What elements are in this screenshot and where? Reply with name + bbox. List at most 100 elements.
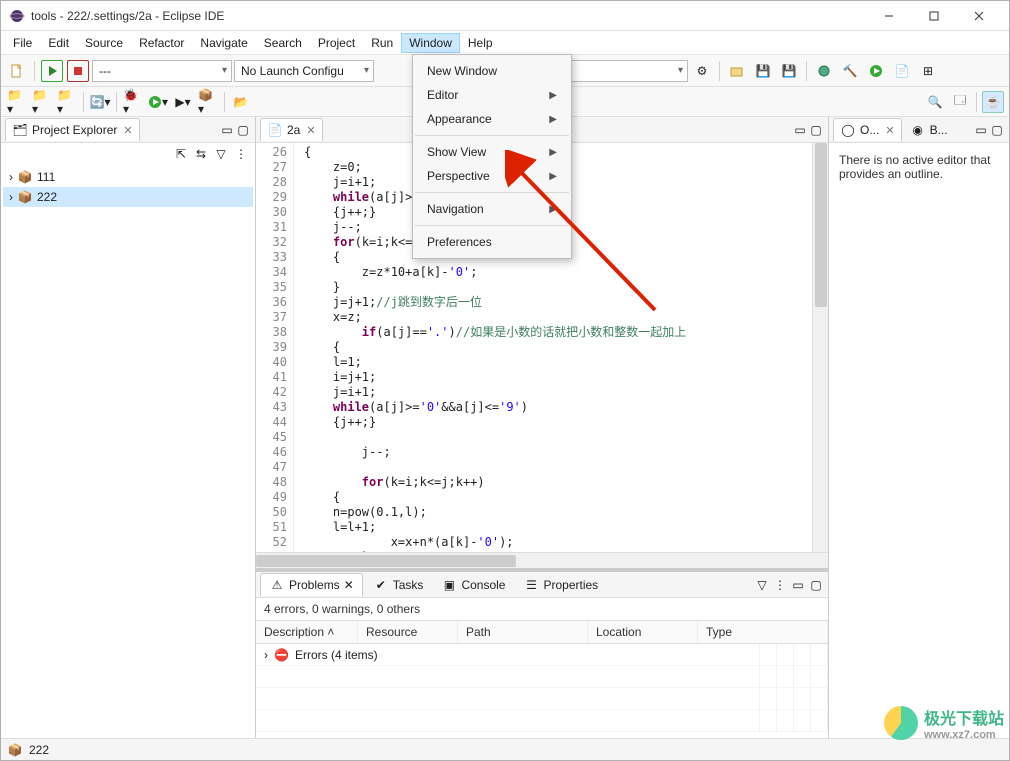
- close-icon[interactable]: ✕: [344, 578, 354, 592]
- tab-problems[interactable]: ⚠Problems ✕: [260, 573, 363, 596]
- debug-toolbar-icon[interactable]: [813, 60, 835, 82]
- line-number-gutter: 26 27 28 29 30 31 32 33 34 35 36 37 38 3…: [256, 143, 294, 552]
- menubar: FileEditSourceRefactorNavigateSearchProj…: [1, 31, 1009, 55]
- maximize-view-icon[interactable]: ▢: [235, 122, 251, 138]
- close-button[interactable]: [956, 1, 1001, 30]
- gear-icon[interactable]: ⚙: [691, 60, 713, 82]
- menu-item-appearance[interactable]: Appearance▶: [413, 107, 571, 131]
- menu-item-perspective[interactable]: Perspective▶: [413, 164, 571, 188]
- menu-item-show view[interactable]: Show View▶: [413, 140, 571, 164]
- table-row[interactable]: ›⛔Errors (4 items): [256, 644, 828, 666]
- watermark-line2: www.xz7.com: [924, 729, 1004, 741]
- java-perspective-icon[interactable]: ☕: [982, 91, 1004, 113]
- tb-open[interactable]: 📂: [230, 91, 252, 113]
- column-resource[interactable]: Resource: [358, 621, 458, 643]
- menu-window[interactable]: Window: [401, 33, 460, 53]
- chevron-right-icon: ▶: [549, 171, 557, 182]
- menu-refactor[interactable]: Refactor: [131, 33, 192, 53]
- outline-message: There is no active editor that provides …: [829, 143, 1009, 738]
- outline-view: ◯ O... ✕ ◉ B... ▭ ▢ There is no active e…: [829, 117, 1009, 738]
- watermark-line1: 极光下载站: [924, 705, 1004, 729]
- filter-icon[interactable]: ▽: [754, 577, 770, 593]
- menu-source[interactable]: Source: [77, 33, 131, 53]
- menu-file[interactable]: File: [5, 33, 40, 53]
- search-icon[interactable]: 🔍: [924, 91, 946, 113]
- maximize-view-icon[interactable]: ▢: [989, 122, 1005, 138]
- menu-navigate[interactable]: Navigate: [192, 33, 255, 53]
- horizontal-scrollbar[interactable]: [256, 552, 828, 568]
- launch-combo-1[interactable]: ---: [92, 60, 232, 82]
- menu-help[interactable]: Help: [460, 33, 501, 53]
- run2-icon[interactable]: [865, 60, 887, 82]
- tb-folder3[interactable]: 📁▾: [56, 91, 78, 113]
- editor-tab[interactable]: 📄 2a ✕: [260, 118, 323, 141]
- menu-item-preferences[interactable]: Preferences: [413, 230, 571, 254]
- tb-run[interactable]: ▾: [147, 91, 169, 113]
- file-icon: 📄: [267, 122, 283, 138]
- menu-item-navigation[interactable]: Navigation▶: [413, 197, 571, 221]
- tb-folder1[interactable]: 📁▾: [6, 91, 28, 113]
- tab-properties[interactable]: ☰Properties: [515, 574, 606, 596]
- tb-coverage[interactable]: ▶▾: [172, 91, 194, 113]
- chevron-right-icon: ▶: [549, 114, 557, 125]
- column-description[interactable]: Description ˄: [256, 621, 358, 643]
- breakpoints-tab-label: B...: [930, 123, 948, 137]
- page-icon[interactable]: 📄: [891, 60, 913, 82]
- new-icon[interactable]: [6, 60, 28, 82]
- close-icon[interactable]: ✕: [306, 124, 315, 137]
- link-icon[interactable]: ⇆: [193, 146, 209, 162]
- tb-profile[interactable]: 📦▾: [197, 91, 219, 113]
- column-type[interactable]: Type: [698, 621, 828, 643]
- status-item: 222: [29, 743, 49, 757]
- outline-icon: ◯: [840, 122, 856, 138]
- tb-refresh[interactable]: 🔄▾: [89, 91, 111, 113]
- tb-folder2[interactable]: 📁▾: [31, 91, 53, 113]
- minimize-view-icon[interactable]: ▭: [790, 577, 806, 593]
- statusbar: 📦 222: [1, 738, 1009, 760]
- menu-project[interactable]: Project: [310, 33, 363, 53]
- menu-search[interactable]: Search: [256, 33, 310, 53]
- tab-console[interactable]: ▣Console: [433, 574, 513, 596]
- maximize-view-icon[interactable]: ▢: [808, 577, 824, 593]
- project-item-111[interactable]: ›📦111: [3, 167, 253, 187]
- view-menu-icon[interactable]: ⋮: [772, 577, 788, 593]
- breakpoints-tab[interactable]: ◉ B...: [902, 119, 956, 141]
- minimize-button[interactable]: [866, 1, 911, 30]
- menu-item-new window[interactable]: New Window: [413, 59, 571, 83]
- stop-button[interactable]: [67, 60, 89, 82]
- minimize-view-icon[interactable]: ▭: [219, 122, 235, 138]
- problems-icon: ⚠: [269, 577, 285, 593]
- minimize-view-icon[interactable]: ▭: [792, 122, 808, 138]
- project-item-222[interactable]: ›📦222: [3, 187, 253, 207]
- close-icon[interactable]: ✕: [123, 124, 132, 137]
- run-button[interactable]: [41, 60, 63, 82]
- window-title: tools - 222/.settings/2a - Eclipse IDE: [31, 9, 866, 23]
- project-explorer-tab[interactable]: 🗂 Project Explorer ✕: [5, 118, 140, 141]
- grid-icon[interactable]: ⊞: [917, 60, 939, 82]
- collapse-all-icon[interactable]: ⇱: [173, 146, 189, 162]
- titlebar: tools - 222/.settings/2a - Eclipse IDE: [1, 1, 1009, 31]
- vertical-scrollbar[interactable]: [812, 143, 828, 552]
- launch-config-combo[interactable]: No Launch Configu: [234, 60, 374, 82]
- menu-run[interactable]: Run: [363, 33, 401, 53]
- save-icon[interactable]: 💾: [752, 60, 774, 82]
- view-menu-icon[interactable]: ⋮: [233, 146, 249, 162]
- column-location[interactable]: Location: [588, 621, 698, 643]
- minimize-view-icon[interactable]: ▭: [973, 122, 989, 138]
- close-icon[interactable]: ✕: [885, 124, 894, 137]
- tab-tasks[interactable]: ✔Tasks: [365, 574, 432, 596]
- expand-icon[interactable]: ›: [264, 648, 268, 662]
- outline-tab[interactable]: ◯ O... ✕: [833, 118, 902, 141]
- tb-debug[interactable]: 🐞▾: [122, 91, 144, 113]
- open-perspective-icon[interactable]: 🗔: [949, 91, 971, 113]
- menu-item-editor[interactable]: Editor▶: [413, 83, 571, 107]
- maximize-button[interactable]: [911, 1, 956, 30]
- open-icon[interactable]: [726, 60, 748, 82]
- filter-icon[interactable]: ▽: [213, 146, 229, 162]
- menu-edit[interactable]: Edit: [40, 33, 77, 53]
- column-path[interactable]: Path: [458, 621, 588, 643]
- saveall-icon[interactable]: 💾: [778, 60, 800, 82]
- build-icon[interactable]: 🔨: [839, 60, 861, 82]
- maximize-view-icon[interactable]: ▢: [808, 122, 824, 138]
- project-icon: 📦: [17, 169, 33, 185]
